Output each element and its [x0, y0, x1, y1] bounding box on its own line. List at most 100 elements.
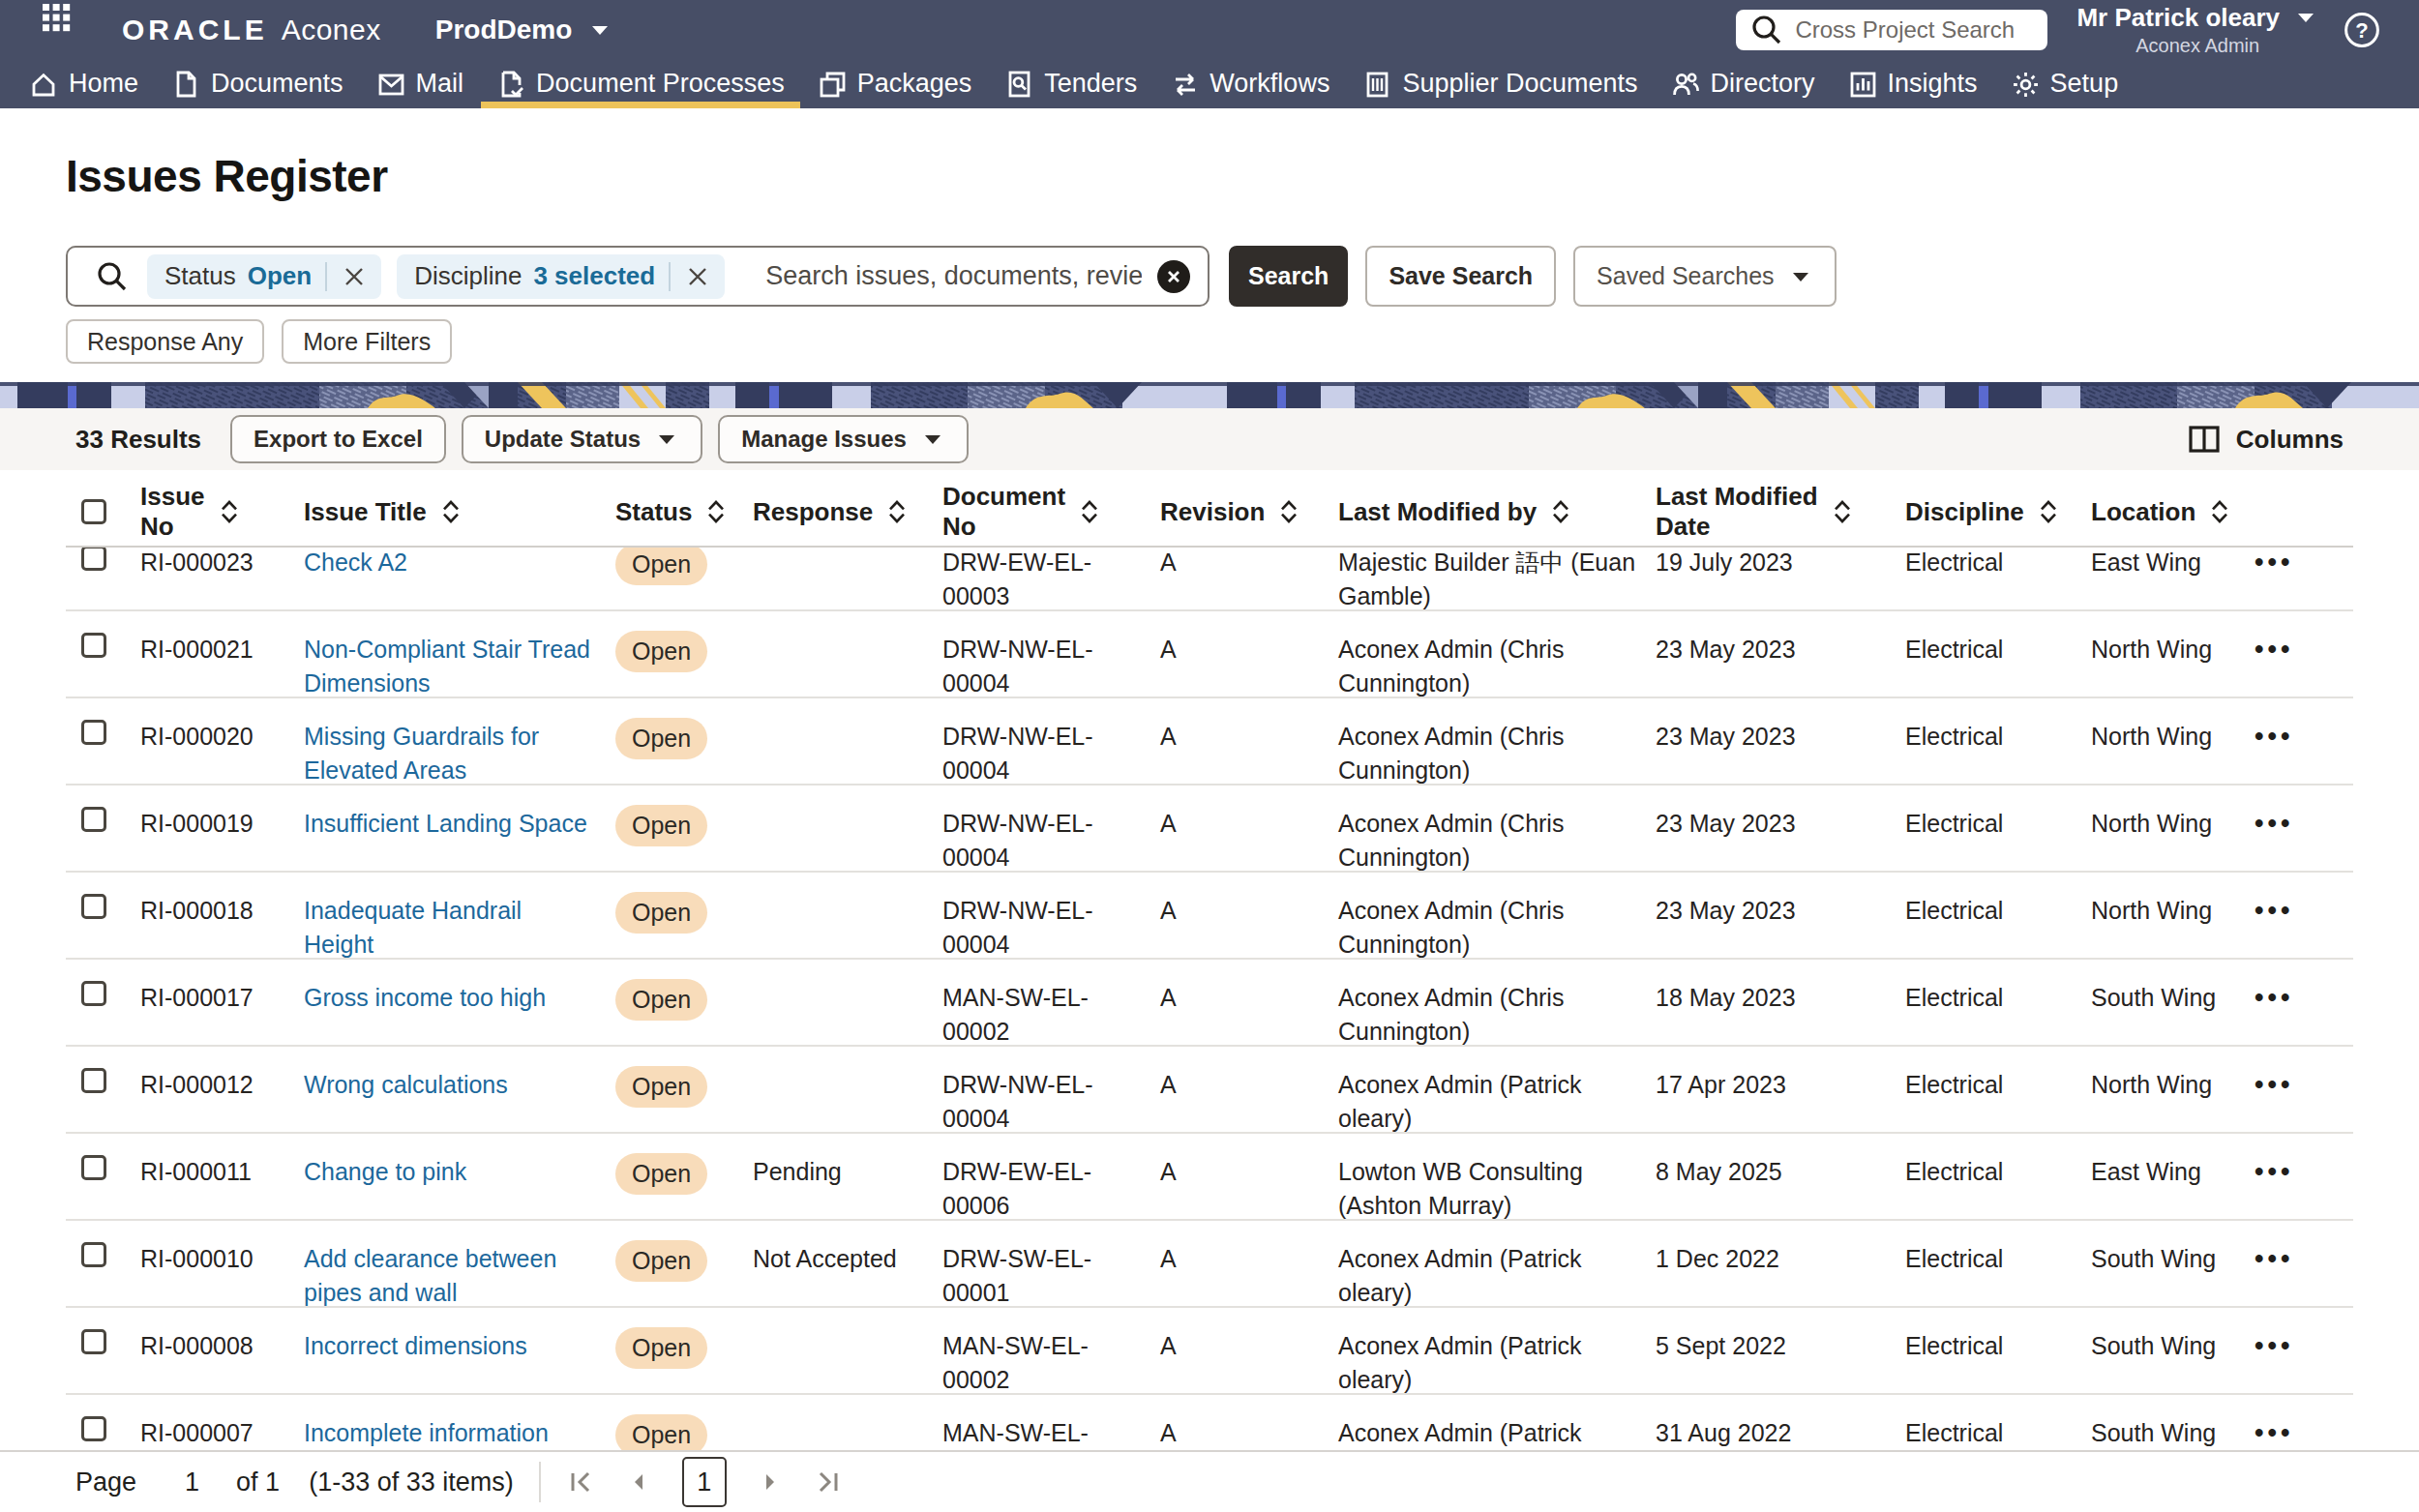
nav-item-mail[interactable]: Mail: [371, 59, 470, 108]
document-no-cell: DRW-NW-EL-00004: [942, 720, 1117, 787]
row-checkbox[interactable]: [81, 894, 106, 919]
search-button[interactable]: Search: [1229, 246, 1348, 307]
row-actions-menu[interactable]: •••: [2255, 548, 2293, 577]
next-page-button[interactable]: [756, 1468, 785, 1497]
sort-icon[interactable]: [1832, 497, 1853, 526]
last-modified-date-cell: 1 Dec 2022: [1656, 1242, 1905, 1310]
save-search-button[interactable]: Save Search: [1365, 246, 1556, 307]
row-actions-menu[interactable]: •••: [2255, 1244, 2293, 1273]
update-status-label: Update Status: [485, 426, 641, 453]
issue-title-link[interactable]: Change to pink: [304, 1155, 466, 1189]
filter-chip-discipline[interactable]: Discipline3 selected: [397, 254, 725, 299]
nav-item-directory[interactable]: Directory: [1665, 59, 1821, 108]
column-header-label: Last Modified Date: [1656, 482, 1818, 542]
row-checkbox[interactable]: [81, 1416, 106, 1441]
update-status-dropdown[interactable]: Update Status: [462, 415, 702, 463]
row-actions-menu[interactable]: •••: [2255, 983, 2293, 1012]
sort-icon[interactable]: [1079, 497, 1100, 526]
column-header-document-no: Document No: [942, 482, 1160, 542]
issue-title-link[interactable]: Check A2: [304, 548, 407, 579]
last-modified-date-cell: 23 May 2023: [1656, 807, 1905, 875]
row-checkbox[interactable]: [81, 633, 106, 658]
select-all-checkbox[interactable]: [81, 499, 106, 524]
nav-item-setup[interactable]: Setup: [2005, 59, 2125, 108]
nav-item-document-processes[interactable]: Document Processes: [491, 59, 791, 108]
issue-title-link[interactable]: Non-Compliant Stair Tread Dimensions: [304, 633, 598, 700]
nav-item-home[interactable]: Home: [23, 59, 144, 108]
row-actions: •••: [2255, 981, 2353, 1049]
manage-issues-dropdown[interactable]: Manage Issues: [718, 415, 969, 463]
saved-searches-dropdown[interactable]: Saved Searches: [1573, 246, 1836, 307]
row-checkbox[interactable]: [81, 981, 106, 1006]
export-to-excel-button[interactable]: Export to Excel: [230, 415, 446, 463]
columns-button[interactable]: Columns: [2188, 425, 2344, 455]
sort-icon[interactable]: [2209, 497, 2230, 526]
sort-icon[interactable]: [1278, 497, 1299, 526]
row-actions-menu[interactable]: •••: [2255, 809, 2293, 838]
issue-title-link[interactable]: Incorrect dimensions: [304, 1329, 527, 1363]
response-filter[interactable]: Response Any: [66, 319, 264, 364]
row-checkbox[interactable]: [81, 720, 106, 745]
nav-item-packages[interactable]: Packages: [812, 59, 978, 108]
issue-title-cell: Inadequate Handrail Height: [304, 894, 615, 962]
nav-item-tenders[interactable]: Tenders: [999, 59, 1143, 108]
oracle-logo: ORACLE: [122, 14, 268, 46]
location-cell: South Wing: [2091, 1416, 2255, 1452]
issue-title-link[interactable]: Insufficient Landing Space: [304, 807, 587, 841]
location-cell: North Wing: [2091, 720, 2255, 787]
row-actions-menu[interactable]: •••: [2255, 635, 2293, 664]
sort-icon[interactable]: [705, 497, 727, 526]
filter-chip-status[interactable]: StatusOpen: [147, 254, 381, 299]
current-page-input[interactable]: 1: [682, 1457, 727, 1507]
last-modified-date-cell: 18 May 2023: [1656, 981, 1905, 1049]
sort-icon[interactable]: [886, 497, 908, 526]
row-checkbox[interactable]: [81, 1329, 106, 1354]
issues-search-box[interactable]: StatusOpenDiscipline3 selected Search is…: [66, 246, 1210, 307]
more-filters-button[interactable]: More Filters: [282, 319, 452, 364]
user-menu[interactable]: Mr Patrick oleary Aconex Admin: [2076, 3, 2318, 57]
row-actions-menu[interactable]: •••: [2255, 896, 2293, 925]
table-row: RI-000019Insufficient Landing SpaceOpenD…: [66, 786, 2353, 873]
sort-icon[interactable]: [2038, 497, 2059, 526]
project-selector[interactable]: ProdDemo: [435, 15, 613, 45]
row-checkbox[interactable]: [81, 807, 106, 832]
row-checkbox[interactable]: [81, 1068, 106, 1093]
issue-title-link[interactable]: Add clearance between pipes and wall: [304, 1242, 598, 1310]
issue-title-link[interactable]: Wrong calculations: [304, 1068, 508, 1102]
row-actions-menu[interactable]: •••: [2255, 1070, 2293, 1099]
nav-item-insights[interactable]: Insights: [1842, 59, 1984, 108]
remove-chip-icon[interactable]: [684, 263, 711, 290]
sort-icon[interactable]: [440, 497, 462, 526]
issue-no-cell: RI-000019: [140, 807, 304, 875]
row-actions-menu[interactable]: •••: [2255, 1157, 2293, 1186]
table-row: RI-000010Add clearance between pipes and…: [66, 1221, 2353, 1308]
column-header-label: Last Modified by: [1338, 497, 1537, 527]
sort-icon[interactable]: [219, 497, 240, 526]
clear-search-button[interactable]: [1157, 260, 1190, 293]
nav-item-workflows[interactable]: Workflows: [1164, 59, 1335, 108]
nav-item-documents[interactable]: Documents: [165, 59, 349, 108]
revision-cell: A: [1160, 1155, 1338, 1223]
last-page-button[interactable]: [814, 1468, 843, 1497]
issue-title-link[interactable]: Gross income too high: [304, 981, 546, 1015]
revision-cell: A: [1160, 894, 1338, 962]
row-checkbox[interactable]: [81, 1155, 106, 1180]
nav-item-supplier-documents[interactable]: Supplier Documents: [1357, 59, 1643, 108]
app-grid-icon[interactable]: [43, 4, 95, 56]
row-checkbox[interactable]: [81, 548, 106, 571]
row-actions-menu[interactable]: •••: [2255, 1418, 2293, 1447]
first-page-button[interactable]: [566, 1468, 595, 1497]
last-modified-by-cell: Aconex Admin (Patrick oleary): [1338, 1068, 1654, 1136]
issue-title-link[interactable]: Inadequate Handrail Height: [304, 894, 598, 962]
row-checkbox[interactable]: [81, 1242, 106, 1267]
cross-project-search[interactable]: Cross Project Search: [1736, 10, 2047, 50]
sort-icon[interactable]: [1550, 497, 1571, 526]
issue-title-link[interactable]: Missing Guardrails for Elevated Areas: [304, 720, 598, 787]
previous-page-button[interactable]: [624, 1468, 653, 1497]
revision-cell: A: [1160, 720, 1338, 787]
issue-title-link[interactable]: Incomplete information: [304, 1416, 549, 1450]
remove-chip-icon[interactable]: [341, 263, 368, 290]
help-icon[interactable]: ?: [2344, 12, 2380, 48]
row-actions-menu[interactable]: •••: [2255, 722, 2293, 751]
row-actions-menu[interactable]: •••: [2255, 1331, 2293, 1360]
